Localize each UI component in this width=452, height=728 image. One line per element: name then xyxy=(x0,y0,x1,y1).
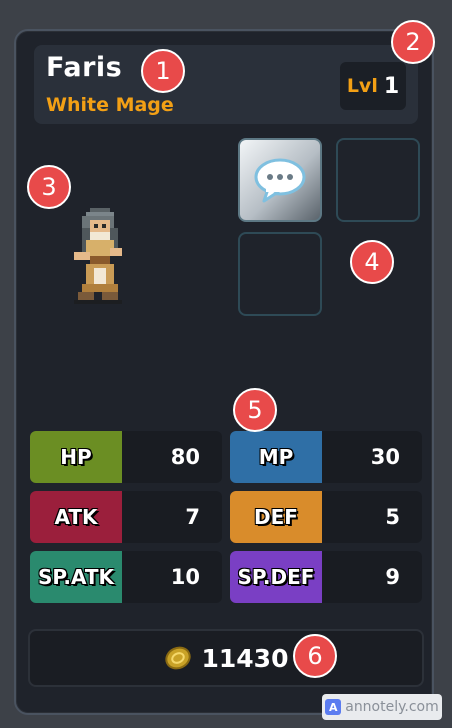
annotation-badge-2: 2 xyxy=(391,20,435,64)
stat-mp: MP 30 xyxy=(230,431,422,483)
equipment-slot-1[interactable] xyxy=(238,138,322,222)
annotation-badge-5: 5 xyxy=(233,388,277,432)
coin-icon xyxy=(164,646,191,670)
character-name: Faris xyxy=(46,52,123,83)
stat-label: SP.DEF xyxy=(230,551,322,603)
stat-value: 7 xyxy=(185,505,200,529)
gold-value: 11430 xyxy=(201,643,289,673)
stat-label: DEF xyxy=(230,491,322,543)
equipment-slot-2[interactable] xyxy=(336,138,420,222)
annotely-logo-icon: A xyxy=(325,699,342,715)
stat-sp-atk: SP.ATK 10 xyxy=(30,551,222,603)
annotation-badge-6: 6 xyxy=(293,634,337,678)
annotation-badge-4: 4 xyxy=(350,240,394,284)
stat-atk: ATK 7 xyxy=(30,491,222,543)
stat-sp-def: SP.DEF 9 xyxy=(230,551,422,603)
watermark-text: annotely.com xyxy=(345,699,439,715)
annotation-badge-1: 1 xyxy=(141,49,185,93)
character-sprite[interactable] xyxy=(58,204,138,308)
stat-value: 10 xyxy=(170,565,200,589)
character-card xyxy=(14,29,434,715)
character-class: White Mage xyxy=(46,94,174,116)
equipment-slot-3[interactable] xyxy=(238,232,322,316)
stat-value: 5 xyxy=(385,505,400,529)
gold-display: 11430 xyxy=(28,629,424,687)
level-box: Lvl 1 xyxy=(340,62,406,110)
stat-value: 30 xyxy=(370,445,400,469)
stat-value: 80 xyxy=(170,445,200,469)
watermark: A annotely.com xyxy=(322,694,442,720)
level-value: 1 xyxy=(383,73,400,99)
level-label: Lvl xyxy=(346,75,378,97)
stat-value: 9 xyxy=(385,565,400,589)
stat-hp: HP 80 xyxy=(30,431,222,483)
stat-label: SP.ATK xyxy=(30,551,122,603)
stat-label: ATK xyxy=(30,491,122,543)
stat-label: MP xyxy=(230,431,322,483)
stat-def: DEF 5 xyxy=(230,491,422,543)
speech-bubble-icon xyxy=(254,158,306,203)
stat-label: HP xyxy=(30,431,122,483)
annotation-badge-3: 3 xyxy=(27,165,71,209)
